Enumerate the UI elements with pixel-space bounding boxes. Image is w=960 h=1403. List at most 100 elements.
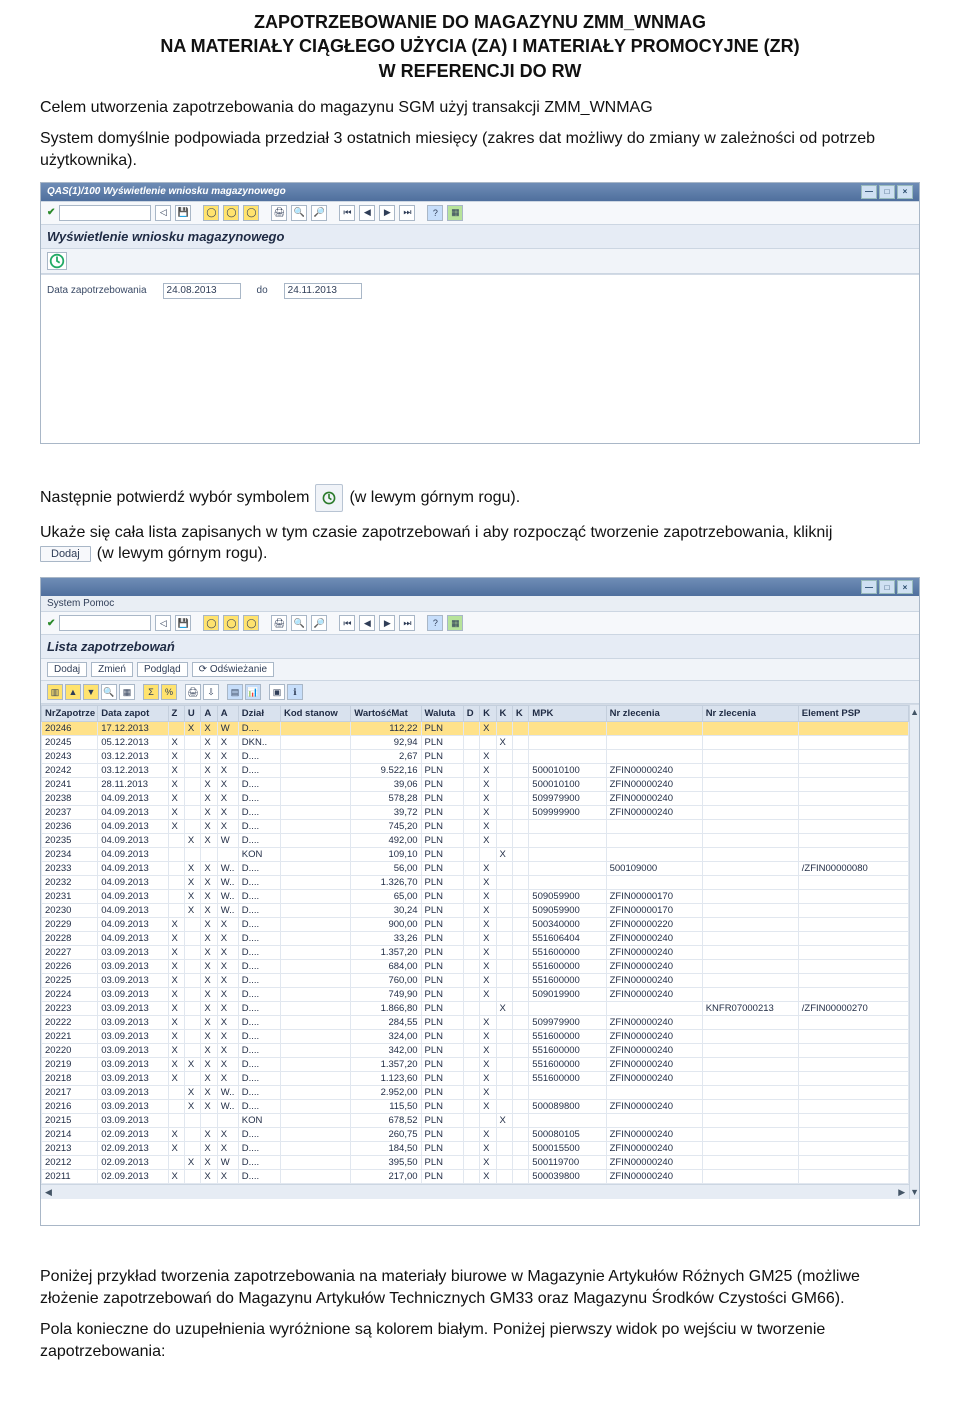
enter-icon[interactable]: ✔ [47,207,55,218]
alv-details-icon[interactable]: ▥ [47,684,63,700]
find-icon[interactable]: 🔍 [291,615,307,631]
alv-info-icon[interactable]: ℹ [287,684,303,700]
find-next-icon[interactable]: 🔎 [311,205,327,221]
input-date-from[interactable]: 24.08.2013 [163,283,241,299]
table-row[interactable]: 2022904.09.2013XXXD....900,00PLNX5003400… [42,918,909,932]
table-row[interactable]: 2023704.09.2013XXXD....39,72PLNX50999990… [42,806,909,820]
scroll-up-icon[interactable]: ▲ [910,707,919,717]
table-row[interactable]: 2021803.09.2013XXXD....1.123,60PLNX55160… [42,1072,909,1086]
alv-graphic-icon[interactable]: 📊 [245,684,261,700]
alv-filter-icon[interactable]: ▦ [119,684,135,700]
save-icon[interactable]: 💾 [175,615,191,631]
table-row[interactable]: 2024203.12.2013XXXD....9.522,16PLNX50001… [42,764,909,778]
table-header[interactable]: Data zapot [98,706,168,722]
window-close-icon[interactable]: × [897,185,913,199]
window-close-icon[interactable]: × [897,580,913,594]
help-icon[interactable]: ? [427,205,443,221]
table-row[interactable]: 2021703.09.2013XXW..D....2.952,00PLNX [42,1086,909,1100]
table-header[interactable]: K [480,706,496,722]
nav-exit-icon[interactable]: ◯ [223,615,239,631]
table-row[interactable]: 2022203.09.2013XXXD....284,55PLNX5099799… [42,1016,909,1030]
odswiez-button[interactable]: ⟳ Odświeżanie [192,662,274,677]
last-page-icon[interactable]: ⏭ [399,205,415,221]
alv-find-icon[interactable]: 🔍 [101,684,117,700]
first-page-icon[interactable]: ⏮ [339,205,355,221]
last-page-icon[interactable]: ⏭ [399,615,415,631]
podglad-button[interactable]: Podgląd [137,662,188,677]
table-header[interactable]: Dział [238,706,280,722]
table-header[interactable]: Element PSP [798,706,908,722]
nav-cancel-icon[interactable]: ◯ [243,615,259,631]
table-header[interactable]: NrZapotrze [42,706,98,722]
table-header[interactable]: K [496,706,512,722]
table-header[interactable]: Z [168,706,184,722]
table-row[interactable]: 2024617.12.2013XXWD....112,22PLNX [42,722,909,736]
nav-back-icon[interactable]: ◯ [203,205,219,221]
print-icon[interactable]: 🖨 [271,205,287,221]
table-header[interactable]: U [184,706,200,722]
table-row[interactable]: 2022603.09.2013XXXD....684,00PLNX5516000… [42,960,909,974]
window-maximize-icon[interactable]: □ [879,185,895,199]
back-icon[interactable]: ◁ [155,205,171,221]
table-row[interactable]: 2022403.09.2013XXXD....749,90PLNX5090199… [42,988,909,1002]
window-minimize-icon[interactable]: — [861,580,877,594]
nav-exit-icon[interactable]: ◯ [223,205,239,221]
table-header[interactable]: Nr zlecenia [702,706,798,722]
table-header[interactable]: Nr zlecenia [606,706,702,722]
table-row[interactable]: 2022303.09.2013XXXD....1.866,80PLNXKNFR0… [42,1002,909,1016]
table-row[interactable]: 2023304.09.2013XXW..D....56,00PLNX500109… [42,862,909,876]
command-input[interactable] [59,205,151,221]
alv-sum-icon[interactable]: Σ [143,684,159,700]
dodaj-button[interactable]: Dodaj [47,662,87,677]
nav-back-icon[interactable]: ◯ [203,615,219,631]
alv-export-icon[interactable]: ⇩ [203,684,219,700]
table-row[interactable]: 2022804.09.2013XXXD....33,26PLNX55160640… [42,932,909,946]
table-row[interactable]: 2021603.09.2013XXW..D....115,50PLNX50008… [42,1100,909,1114]
horizontal-scrollbar[interactable]: ◀ ▶ [41,1184,909,1199]
alv-subtotal-icon[interactable]: % [161,684,177,700]
table-header[interactable]: D [463,706,479,722]
scroll-left-icon[interactable]: ◀ [45,1187,52,1198]
table-row[interactable]: 2023804.09.2013XXXD....578,28PLNX5099799… [42,792,909,806]
table-row[interactable]: 2022703.09.2013XXXD....1.357,20PLNX55160… [42,946,909,960]
table-row[interactable]: 2021903.09.2013XXXXD....1.357,20PLNX5516… [42,1058,909,1072]
table-row[interactable]: 2021402.09.2013XXXD....260,75PLNX5000801… [42,1128,909,1142]
table-header[interactable]: Waluta [421,706,463,722]
alv-print-icon[interactable]: 🖨 [185,684,201,700]
table-row[interactable]: 2023204.09.2013XXW..D....1.326,70PLNX [42,876,909,890]
table-row[interactable]: 2023004.09.2013XXW..D....30,24PLNX509059… [42,904,909,918]
table-header[interactable]: A [217,706,238,722]
table-header[interactable]: A [201,706,217,722]
find-icon[interactable]: 🔍 [291,205,307,221]
table-row[interactable]: 2024128.11.2013XXXD....39,06PLNX50001010… [42,778,909,792]
vertical-scrollbar[interactable]: ▲ ▼ [909,705,919,1199]
alv-select-icon[interactable]: ▣ [269,684,285,700]
layout-icon[interactable]: ▦ [447,205,463,221]
table-row[interactable]: 2021503.09.2013KON678,52PLNX [42,1114,909,1128]
table-header[interactable]: Kod stanow [280,706,350,722]
back-icon[interactable]: ◁ [155,615,171,631]
prev-page-icon[interactable]: ◀ [359,615,375,631]
table-row[interactable]: 2022103.09.2013XXXD....324,00PLNX5516000… [42,1030,909,1044]
next-page-icon[interactable]: ▶ [379,205,395,221]
first-page-icon[interactable]: ⏮ [339,615,355,631]
enter-icon[interactable]: ✔ [47,618,55,629]
window-maximize-icon[interactable]: □ [879,580,895,594]
print-icon[interactable]: 🖨 [271,615,287,631]
help-icon[interactable]: ? [427,615,443,631]
table-row[interactable]: 2023504.09.2013XXWD....492,00PLNX [42,834,909,848]
scroll-down-icon[interactable]: ▼ [910,1187,919,1197]
window-minimize-icon[interactable]: — [861,185,877,199]
sap-menu-bar[interactable]: System Pomoc [41,596,919,611]
alv-layout-icon[interactable]: ▤ [227,684,243,700]
table-row[interactable]: 2021202.09.2013XXWD....395,50PLNX5001197… [42,1156,909,1170]
table-row[interactable]: 2022503.09.2013XXXD....760,00PLNX5516000… [42,974,909,988]
table-header[interactable]: WartośćMat [351,706,421,722]
prev-page-icon[interactable]: ◀ [359,205,375,221]
find-next-icon[interactable]: 🔎 [311,615,327,631]
alv-sort-desc-icon[interactable]: ▼ [83,684,99,700]
table-row[interactable]: 2021302.09.2013XXXD....184,50PLNX5000155… [42,1142,909,1156]
layout-icon[interactable]: ▦ [447,615,463,631]
save-icon[interactable]: 💾 [175,205,191,221]
table-row[interactable]: 2023604.09.2013XXXD....745,20PLNX [42,820,909,834]
